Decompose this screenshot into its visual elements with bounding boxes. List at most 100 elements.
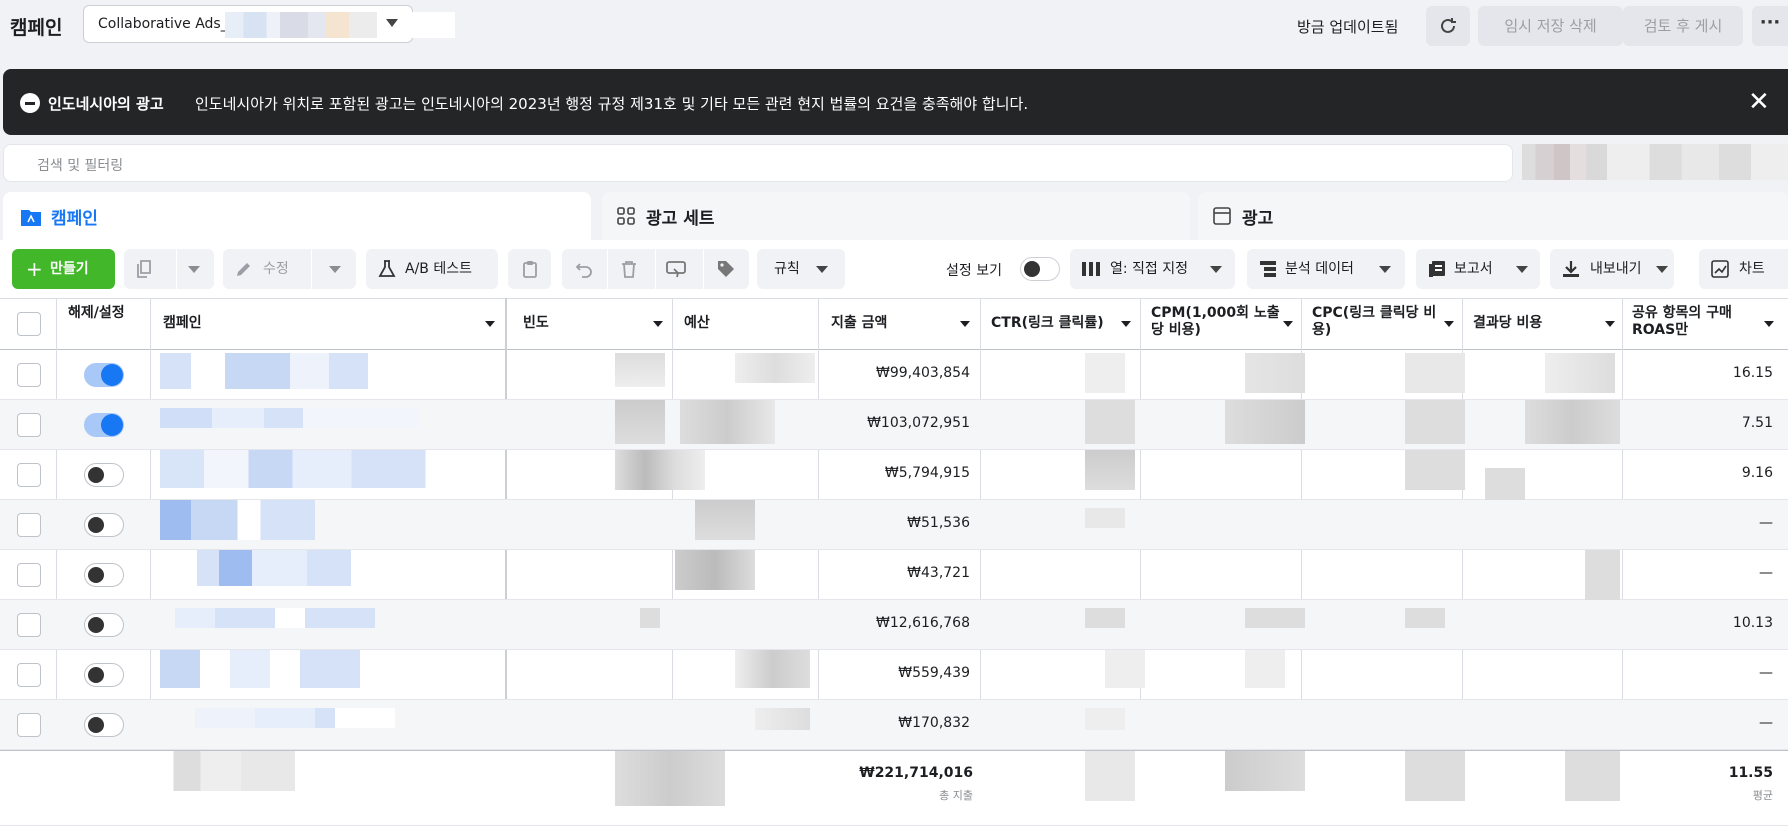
chevron-down-icon <box>653 321 663 327</box>
redacted-campaign-name <box>160 450 455 488</box>
column-header-toggle[interactable]: 해제/설정 <box>68 305 128 322</box>
roas-cell: — <box>1759 515 1773 531</box>
rules-button[interactable]: 규칙 <box>757 249 845 289</box>
chevron-down-icon <box>1605 321 1615 327</box>
column-header-roas[interactable]: 공유 항목의 구매 ROAS만 <box>1632 305 1774 339</box>
banner-message: 인도네시아가 위치로 포함된 광고는 인도네시아의 2023년 행정 규정 제3… <box>195 95 1029 113</box>
row-checkbox[interactable] <box>17 463 41 487</box>
column-header-ctr[interactable]: CTR(링크 클릭률) <box>991 315 1141 332</box>
breakdown-button[interactable]: 분석 데이터 <box>1247 249 1405 289</box>
chevron-down-icon <box>1283 321 1293 327</box>
minus-circle-icon <box>20 93 40 113</box>
spend-cell: ₩559,439 <box>898 665 970 681</box>
campaign-toggle[interactable] <box>84 713 124 737</box>
row-checkbox[interactable] <box>17 563 41 587</box>
row-checkbox[interactable] <box>17 663 41 687</box>
campaign-toggle[interactable] <box>84 663 124 687</box>
chevron-down-icon <box>1379 266 1391 273</box>
close-icon[interactable]: ✕ <box>1748 89 1770 115</box>
ab-test-button[interactable]: A/B 테스트 <box>366 249 498 289</box>
discard-draft-button[interactable]: 임시 저장 삭제 <box>1478 6 1623 46</box>
spend-cell: ₩99,403,854 <box>875 365 970 381</box>
spend-cell: ₩170,832 <box>898 715 970 731</box>
average-roas-label: 평균 <box>1752 789 1773 802</box>
edit-button[interactable]: 수정 <box>223 249 356 289</box>
column-header-cpm[interactable]: CPM(1,000회 노출당 비용) <box>1151 305 1293 339</box>
pencil-icon <box>237 263 250 276</box>
table-row[interactable]: ₩103,072,951 7.51 <box>0 400 1788 450</box>
view-settings-toggle[interactable] <box>1020 257 1060 281</box>
table-row[interactable]: ₩170,832 — <box>0 700 1788 750</box>
table-row[interactable]: ₩43,721 — <box>0 550 1788 600</box>
chevron-down-icon <box>816 266 828 273</box>
duplicate-button[interactable] <box>124 249 214 289</box>
top-bar: 캠페인 Collaborative Ads_ 방금 업데이트됨 임시 저장 삭제… <box>0 0 1788 50</box>
chevron-down-icon <box>1121 321 1131 327</box>
export-button[interactable]: 내보내기 <box>1550 249 1674 289</box>
totals-row: ₩221,714,016 총 지출 11.55 평균 <box>0 750 1788 826</box>
trash-icon[interactable] <box>620 260 638 278</box>
campaign-toggle[interactable] <box>84 413 124 437</box>
column-header-campaign[interactable]: 캠페인 <box>163 315 503 332</box>
select-all-checkbox[interactable] <box>17 312 41 336</box>
toolbar: + 만들기 수정 A/B 테스트 규칙 설정 보기 열: 직접 지정 분석 데이… <box>0 240 1788 298</box>
reports-button[interactable]: 보고서 <box>1416 249 1540 289</box>
tab-ads[interactable]: 광고 <box>1198 192 1788 240</box>
redacted-campaign-name <box>175 550 395 586</box>
columns-icon <box>1082 262 1100 276</box>
campaign-toggle[interactable] <box>84 563 124 587</box>
total-spend-label: 총 지출 <box>939 789 973 802</box>
tab-campaigns[interactable]: 캠페인 <box>3 192 591 240</box>
spend-cell: ₩12,616,768 <box>875 615 970 631</box>
spend-cell: ₩51,536 <box>907 515 970 531</box>
clipboard-icon <box>523 261 537 278</box>
column-header-budget[interactable]: 예산 <box>684 315 804 332</box>
roas-cell: 7.51 <box>1741 415 1773 431</box>
ad-frame-icon <box>1213 207 1231 225</box>
tab-label: 광고 세트 <box>646 209 715 229</box>
roas-cell: — <box>1759 715 1773 731</box>
column-header-spend[interactable]: 지출 금액 <box>831 315 981 332</box>
preview-icon[interactable] <box>666 260 686 278</box>
tag-icon[interactable] <box>717 260 735 278</box>
search-input[interactable]: 검색 및 필터링 <box>3 144 1513 182</box>
clipboard-button[interactable] <box>508 249 551 289</box>
refresh-button[interactable] <box>1426 6 1470 46</box>
table-row[interactable]: ₩5,794,915 9.16 <box>0 450 1788 500</box>
average-roas: 11.55 <box>1728 765 1773 781</box>
bulk-actions-group <box>562 249 749 289</box>
chevron-down-icon <box>1516 266 1528 273</box>
campaign-toggle[interactable] <box>84 463 124 487</box>
column-header-frequency[interactable]: 빈도 <box>523 315 663 332</box>
column-header-cpc[interactable]: CPC(링크 클릭당 비용) <box>1312 305 1454 339</box>
notice-banner: 인도네시아의 광고 인도네시아가 위치로 포함된 광고는 인도네시아의 2023… <box>3 69 1788 135</box>
create-button[interactable]: + 만들기 <box>12 249 115 289</box>
more-options-button[interactable]: ··· <box>1752 6 1788 46</box>
campaign-toggle[interactable] <box>84 613 124 637</box>
account-selector[interactable]: Collaborative Ads_ <box>83 5 455 43</box>
table-header: 해제/설정 캠페인 빈도 예산 지출 금액 CTR(링크 클릭률) CPM(1,… <box>0 298 1788 350</box>
row-checkbox[interactable] <box>17 513 41 537</box>
tab-label: 광고 <box>1242 209 1274 229</box>
row-checkbox[interactable] <box>17 713 41 737</box>
review-publish-button[interactable]: 검토 후 게시 <box>1623 6 1743 46</box>
row-checkbox[interactable] <box>17 413 41 437</box>
table-row[interactable]: ₩12,616,768 10.13 <box>0 600 1788 650</box>
roas-cell: — <box>1759 665 1773 681</box>
row-checkbox[interactable] <box>17 613 41 637</box>
chevron-down-icon <box>1764 321 1774 327</box>
campaign-toggle[interactable] <box>84 363 124 387</box>
table-row[interactable]: ₩99,403,854 16.15 <box>0 350 1788 400</box>
plus-icon: + <box>26 257 43 281</box>
table-row[interactable]: ₩559,439 — <box>0 650 1788 700</box>
banner-title: 인도네시아의 광고 <box>48 95 164 113</box>
campaign-toggle[interactable] <box>84 513 124 537</box>
row-checkbox[interactable] <box>17 363 41 387</box>
table-row[interactable]: ₩51,536 — <box>0 500 1788 550</box>
spend-cell: ₩103,072,951 <box>867 415 970 431</box>
tab-ad-sets[interactable]: 광고 세트 <box>602 192 1190 240</box>
columns-button[interactable]: 열: 직접 지정 <box>1070 249 1235 289</box>
undo-icon[interactable] <box>575 260 593 278</box>
column-header-cost-per-result[interactable]: 결과당 비용 <box>1473 315 1623 332</box>
charts-button[interactable]: 차트 <box>1699 249 1788 289</box>
